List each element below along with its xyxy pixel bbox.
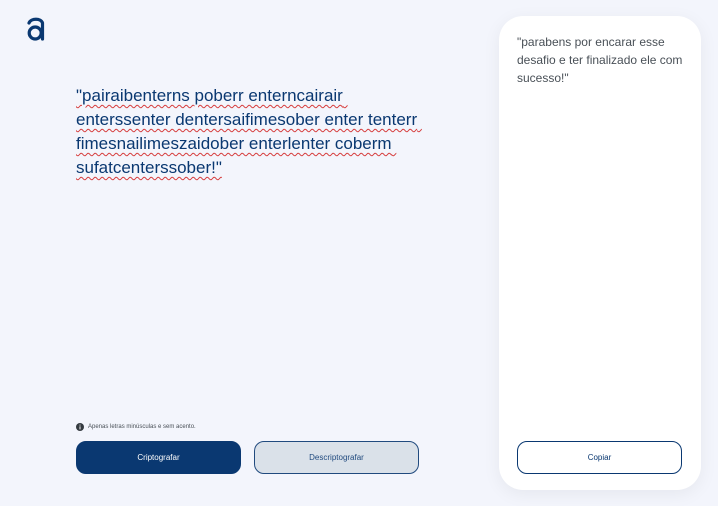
- decrypt-button[interactable]: Descriptografar: [254, 441, 419, 474]
- info-icon: [76, 423, 84, 431]
- encrypt-button[interactable]: Criptografar: [76, 441, 241, 474]
- output-panel: "parabens por encarar esse desafio e ter…: [499, 16, 701, 490]
- input-hint: Apenas letras minúsculas e sem acento.: [76, 423, 196, 431]
- output-text: "parabens por encarar esse desafio e ter…: [517, 35, 683, 85]
- hint-text: Apenas letras minúsculas e sem acento.: [88, 424, 196, 430]
- copy-button[interactable]: Copiar: [517, 441, 682, 474]
- alura-logo-icon: [27, 17, 45, 41]
- encrypt-text-input[interactable]: "pairaibenterns poberr enterncairair ent…: [76, 84, 436, 204]
